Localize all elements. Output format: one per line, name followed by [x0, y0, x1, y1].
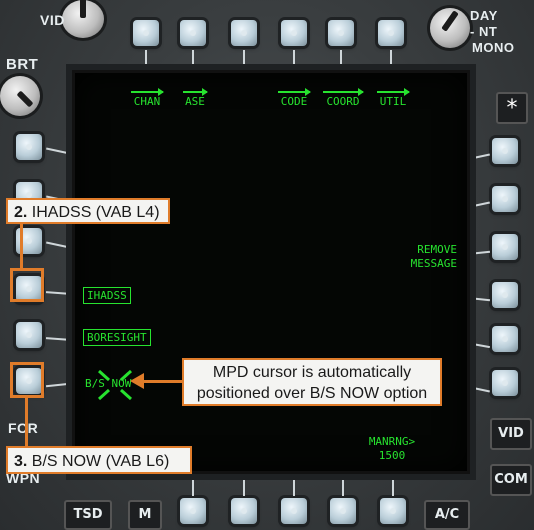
ihadss-callout: 2. IHADSS (VAB L4) [6, 198, 170, 224]
ihadss-step-text: IHADSS (VAB L4) [27, 204, 160, 221]
bsnow-callout: 3. B/S NOW (VAB L6) [6, 446, 192, 474]
ihadss-option[interactable]: IHADSS [83, 287, 131, 304]
tsd-button[interactable]: TSD [64, 500, 112, 530]
coord-arrow [323, 88, 364, 96]
ase-arrow [183, 88, 208, 96]
cursor-callout-line2: positioned over B/S NOW option [196, 385, 428, 402]
remove-message-option[interactable]: REMOVE MESSAGE [395, 243, 457, 271]
osb-r1[interactable] [492, 138, 518, 164]
osb-r3[interactable] [492, 234, 518, 260]
brt-label: BRT [6, 56, 39, 73]
osb-l1[interactable] [16, 134, 42, 160]
tick-l4 [45, 291, 71, 295]
osb-r4[interactable] [492, 282, 518, 308]
manrng-label: MANRNG> [368, 435, 416, 448]
mono-label: MONO [472, 40, 515, 55]
ase-label: ASE [185, 95, 205, 108]
osb-l5[interactable] [16, 322, 42, 348]
com-button[interactable]: COM [490, 464, 532, 496]
vid-knob-label: VID [40, 12, 65, 28]
code-arrow [278, 88, 311, 96]
brt-knob-pointer [16, 90, 34, 108]
tick-l1 [46, 147, 70, 155]
util-label: UTIL [379, 95, 407, 108]
osb-r2[interactable] [492, 186, 518, 212]
bsnow-step-text: B/S NOW (VAB L6) [27, 453, 170, 470]
osb-b4[interactable] [330, 498, 356, 524]
vid-knob[interactable] [62, 0, 104, 38]
tick-t3 [243, 50, 245, 72]
cursor-callout-arrow-head [130, 373, 144, 389]
com-button-label: COM [494, 472, 528, 487]
code-label: CODE [280, 95, 308, 108]
tick-t1 [145, 50, 147, 72]
cursor-callout: MPD cursor is automatically positioned o… [182, 358, 442, 406]
osb-t3[interactable] [231, 20, 257, 46]
tick-t4 [293, 50, 295, 72]
osb-t6[interactable] [378, 20, 404, 46]
fcr-label: FCR [8, 420, 39, 436]
osb-t4[interactable] [281, 20, 307, 46]
tsd-button-label: TSD [73, 507, 103, 522]
day-nt-mono-knob[interactable] [430, 8, 470, 48]
brt-knob[interactable] [0, 76, 40, 116]
osb-b3[interactable] [281, 498, 307, 524]
tick-l3 [46, 241, 70, 249]
message-label: MESSAGE [410, 257, 457, 270]
remove-label: REMOVE [417, 243, 457, 256]
bsnow-callout-line [25, 398, 28, 446]
m-button-label: M [138, 507, 152, 522]
osb-l6-highlight [10, 362, 44, 398]
tick-l5 [45, 337, 71, 341]
osb-r6[interactable] [492, 370, 518, 396]
cursor-callout-arrow-line [142, 380, 184, 383]
nt-label: - NT [470, 24, 498, 39]
osb-t5[interactable] [328, 20, 354, 46]
osb-r5[interactable] [492, 326, 518, 352]
tick-t5 [340, 50, 342, 72]
ac-button[interactable]: A/C [424, 500, 470, 530]
tick-l6 [45, 382, 71, 388]
ase-option[interactable]: ASE [183, 88, 208, 108]
cursor-callout-line1: MPD cursor is automatically [212, 364, 412, 381]
star-button[interactable]: * [496, 92, 528, 124]
nt-text: NT [478, 24, 498, 39]
osb-l4-highlight [10, 268, 44, 302]
osb-t1[interactable] [133, 20, 159, 46]
coord-label: COORD [326, 95, 360, 108]
star-icon: * [506, 96, 518, 121]
chan-option[interactable]: CHAN [131, 88, 164, 108]
chan-arrow [131, 88, 164, 96]
day-label: DAY [470, 8, 498, 23]
osb-b5[interactable] [380, 498, 406, 524]
m-button[interactable]: M [128, 500, 162, 530]
vid-knob-pointer [80, 0, 86, 18]
chan-label: CHAN [133, 95, 161, 108]
vid-button[interactable]: VID [490, 418, 532, 450]
ac-button-label: A/C [434, 507, 460, 522]
manrng-value: 1500 [378, 449, 406, 462]
osb-b2[interactable] [231, 498, 257, 524]
mpd-screen: CHAN ASE CODE COORD UTIL REMOVE MESSAGE … [72, 70, 470, 474]
coord-option[interactable]: COORD [323, 88, 364, 108]
util-arrow [377, 88, 410, 96]
bsnow-step-number: 3. [14, 453, 28, 470]
ihadss-step-number: 2. [14, 204, 28, 221]
util-option[interactable]: UTIL [377, 88, 410, 108]
code-option[interactable]: CODE [278, 88, 311, 108]
tick-t2 [192, 50, 194, 72]
osb-b1[interactable] [180, 498, 206, 524]
vid-button-label: VID [498, 426, 524, 441]
osb-t2[interactable] [180, 20, 206, 46]
tick-t6 [390, 50, 392, 72]
manrng-readout: MANRNG> 1500 [367, 435, 417, 463]
boresight-option[interactable]: BORESIGHT [83, 329, 151, 346]
ihadss-callout-line [20, 224, 23, 268]
day-knob-pointer [441, 10, 459, 32]
